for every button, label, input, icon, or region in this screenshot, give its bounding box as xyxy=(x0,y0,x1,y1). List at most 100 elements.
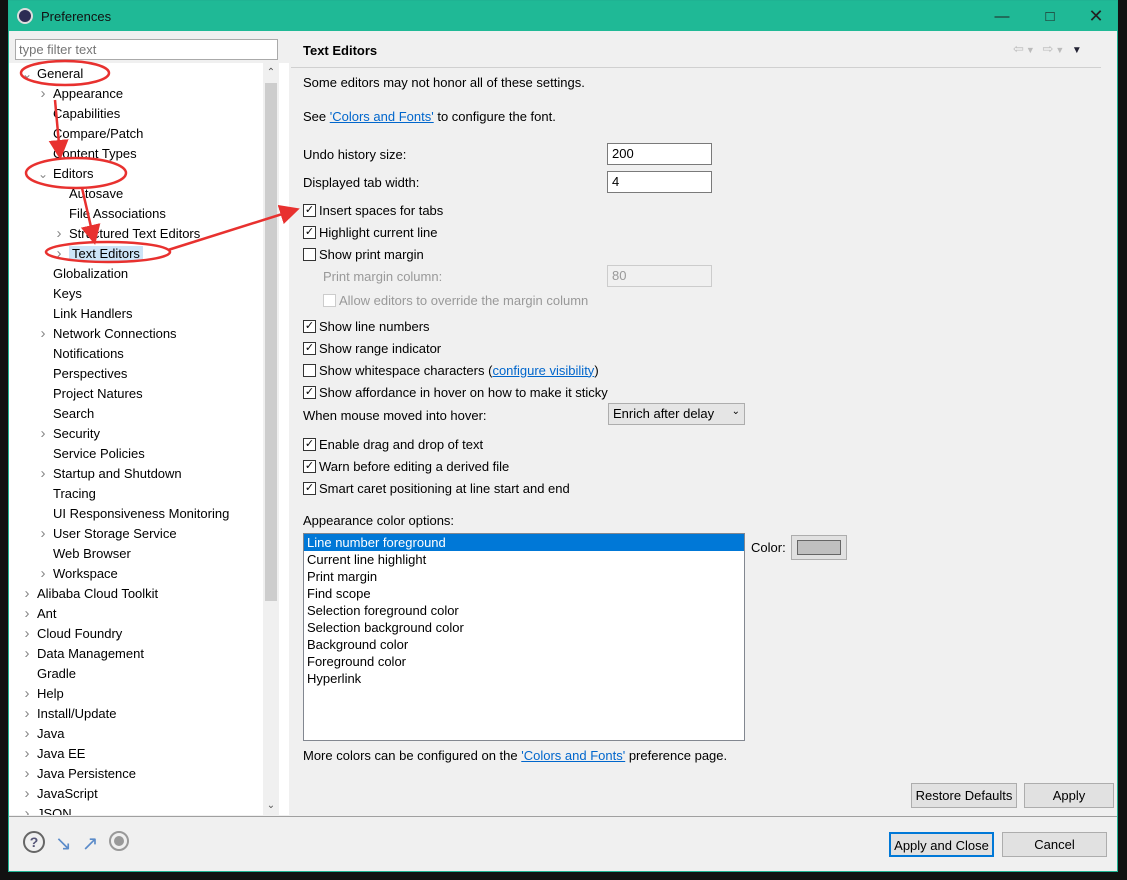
chevron-right-icon[interactable]: › xyxy=(37,524,49,544)
tree-item[interactable]: Service Policies xyxy=(53,444,145,464)
view-menu-icon[interactable]: ▼ xyxy=(1072,45,1084,56)
checkbox[interactable]: Show print margin xyxy=(303,243,443,265)
tree-item[interactable]: Compare/Patch xyxy=(53,124,143,144)
forward-menu-icon[interactable]: ▼ xyxy=(1055,45,1066,55)
chevron-right-icon[interactable]: › xyxy=(37,84,49,104)
checkbox-checked-icon[interactable]: ✓ xyxy=(303,385,316,399)
checkbox-checked-icon[interactable]: ✓ xyxy=(303,203,316,217)
tree-item[interactable]: › Workspace xyxy=(41,564,118,584)
color-option-item[interactable]: Hyperlink xyxy=(304,670,744,687)
tree-item[interactable]: UI Responsiveness Monitoring xyxy=(53,504,229,524)
checkbox-checked-icon[interactable]: ✓ xyxy=(303,319,316,333)
configure-visibility-link[interactable]: configure visibility xyxy=(492,363,594,378)
tree-item[interactable]: › Text Editors xyxy=(57,244,143,264)
checkbox[interactable]: ✓ Highlight current line xyxy=(303,221,443,243)
scroll-down-icon[interactable]: ⌄ xyxy=(263,800,279,811)
undo-history-input[interactable]: 200 xyxy=(607,143,712,165)
checkbox-checked-icon[interactable]: ✓ xyxy=(303,225,316,239)
checkbox-unchecked-icon[interactable] xyxy=(303,363,316,377)
chevron-right-icon[interactable]: › xyxy=(37,424,49,444)
tree-item[interactable]: File Associations xyxy=(69,204,166,224)
tree-item[interactable]: › Install/Update xyxy=(25,704,117,724)
chevron-right-icon[interactable]: › xyxy=(53,244,65,264)
tree-item[interactable]: › Java xyxy=(25,724,65,744)
chevron-right-icon[interactable]: › xyxy=(21,724,33,744)
checkbox[interactable]: ✓ Show affordance in hover on how to make… xyxy=(303,381,608,403)
tree-item[interactable]: Link Handlers xyxy=(53,304,133,324)
tree-item[interactable]: › Cloud Foundry xyxy=(25,624,123,644)
checkbox-unchecked-icon[interactable] xyxy=(303,247,316,261)
tree-item[interactable]: ⌄ General xyxy=(22,64,83,84)
checkbox-checked-icon[interactable]: ✓ xyxy=(303,459,316,473)
tree-item[interactable]: › Ant xyxy=(25,604,57,624)
chevron-right-icon[interactable]: › xyxy=(37,464,49,484)
tree-item[interactable]: › Alibaba Cloud Toolkit xyxy=(25,584,159,604)
checkbox[interactable]: ✓ Warn before editing a derived file xyxy=(303,455,570,477)
close-button[interactable]: ✕ xyxy=(1073,1,1119,31)
tree-item[interactable]: › Structured Text Editors xyxy=(57,224,201,244)
tree-item[interactable]: Tracing xyxy=(53,484,96,504)
tree-item[interactable]: Gradle xyxy=(37,664,76,684)
chevron-down-icon[interactable]: ⌄ xyxy=(37,164,49,184)
scrollbar-thumb[interactable] xyxy=(265,83,277,601)
tree-item[interactable]: › JavaScript xyxy=(25,784,98,804)
back-menu-icon[interactable]: ▼ xyxy=(1026,45,1037,55)
tree-item[interactable]: Search xyxy=(53,404,94,424)
color-option-item[interactable]: Foreground color xyxy=(304,653,744,670)
tree-item[interactable]: Autosave xyxy=(69,184,123,204)
chevron-right-icon[interactable]: › xyxy=(21,604,33,624)
chevron-right-icon[interactable]: › xyxy=(37,564,49,584)
apply-button[interactable]: Apply xyxy=(1024,783,1114,808)
forward-icon[interactable]: ⇨ xyxy=(1042,41,1055,56)
color-option-item[interactable]: Find scope xyxy=(304,585,744,602)
chevron-right-icon[interactable]: › xyxy=(21,624,33,644)
tree-item[interactable]: › User Storage Service xyxy=(41,524,177,544)
checkbox[interactable]: ✓ Show range indicator xyxy=(303,337,608,359)
scroll-up-icon[interactable]: ⌃ xyxy=(263,67,279,78)
filter-input[interactable] xyxy=(15,39,278,60)
cancel-button[interactable]: Cancel xyxy=(1002,832,1107,857)
minimize-button[interactable]: — xyxy=(979,1,1025,31)
tree-item[interactable]: › Appearance xyxy=(41,84,124,104)
restore-defaults-button[interactable]: Restore Defaults xyxy=(911,783,1017,808)
tree-item[interactable]: › Startup and Shutdown xyxy=(41,464,182,484)
color-option-item[interactable]: Print margin xyxy=(304,568,744,585)
color-option-item[interactable]: Selection background color xyxy=(304,619,744,636)
maximize-button[interactable]: □ xyxy=(1027,1,1073,31)
chevron-right-icon[interactable]: › xyxy=(21,764,33,784)
chevron-right-icon[interactable]: › xyxy=(21,584,33,604)
tree-item[interactable]: › Network Connections xyxy=(41,324,177,344)
tree-item[interactable]: › Java Persistence xyxy=(25,764,137,784)
chevron-down-icon[interactable]: ⌄ xyxy=(21,64,33,84)
tree-item[interactable]: Project Natures xyxy=(53,384,143,404)
import-icon[interactable]: ↘ xyxy=(55,831,72,856)
tree-item[interactable]: › Java EE xyxy=(25,744,86,764)
hover-select[interactable]: Enrich after delay ⌄ xyxy=(608,403,745,425)
color-option-item[interactable]: Current line highlight xyxy=(304,551,744,568)
export-icon[interactable]: ↗ xyxy=(82,831,99,856)
chevron-right-icon[interactable]: › xyxy=(21,704,33,724)
chevron-right-icon[interactable]: › xyxy=(21,644,33,664)
tree-item[interactable]: › Help xyxy=(25,684,64,704)
tree-item[interactable]: Notifications xyxy=(53,344,124,364)
tree-item[interactable]: Capabilities xyxy=(53,104,120,124)
color-option-item[interactable]: Line number foreground xyxy=(304,534,744,551)
tree-item[interactable]: ⌄ Editors xyxy=(38,164,94,184)
tree-item[interactable]: Perspectives xyxy=(53,364,127,384)
tree-item[interactable]: Web Browser xyxy=(53,544,131,564)
tree-item[interactable]: Content Types xyxy=(53,144,137,164)
chevron-right-icon[interactable]: › xyxy=(37,324,49,344)
tree-item[interactable]: › Data Management xyxy=(25,644,144,664)
color-options-list[interactable]: Line number foreground Current line highl… xyxy=(303,533,745,741)
back-icon[interactable]: ⇦ xyxy=(1013,41,1026,56)
color-option-item[interactable]: Background color xyxy=(304,636,744,653)
chevron-right-icon[interactable]: › xyxy=(21,804,33,815)
record-icon[interactable] xyxy=(108,831,129,851)
checkbox-checked-icon[interactable]: ✓ xyxy=(303,341,316,355)
checkbox[interactable]: ✓ Enable drag and drop of text xyxy=(303,433,570,455)
checkbox[interactable]: ✓ Show line numbers xyxy=(303,315,608,337)
checkbox[interactable]: Show whitespace characters (configure vi… xyxy=(303,359,608,381)
checkbox[interactable]: ✓ Smart caret positioning at line start a… xyxy=(303,477,570,499)
help-icon[interactable]: ? xyxy=(23,831,45,853)
chevron-right-icon[interactable]: › xyxy=(21,744,33,764)
